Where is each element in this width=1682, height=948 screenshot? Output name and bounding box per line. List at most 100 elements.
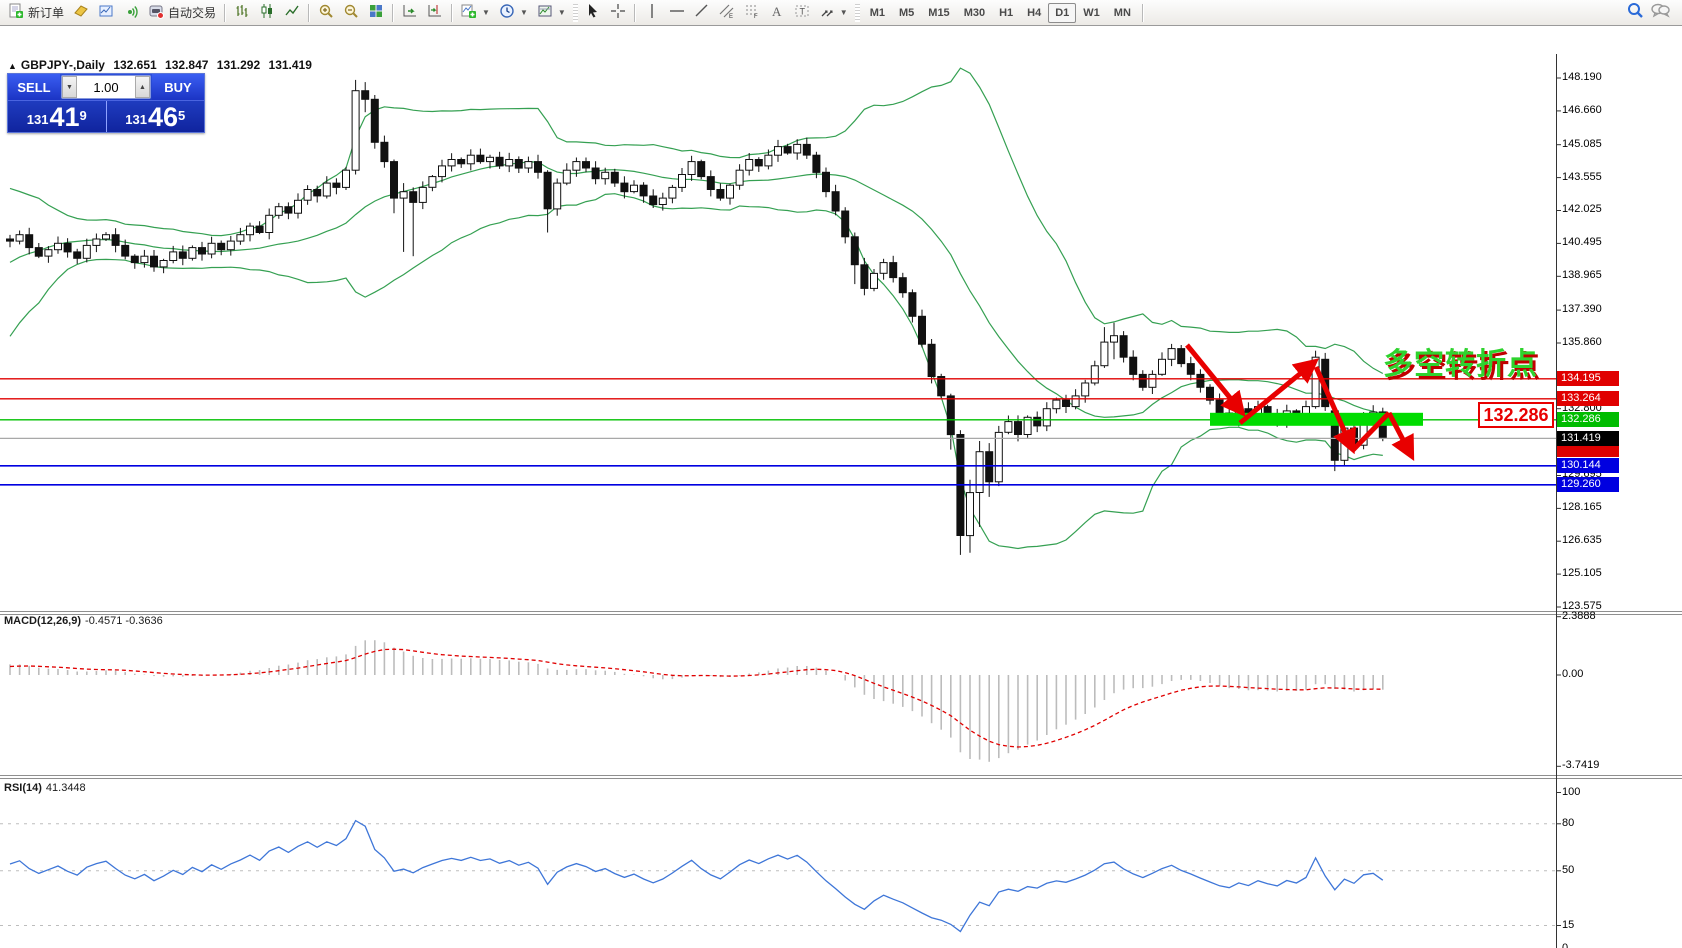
- crosshair-button[interactable]: [606, 2, 630, 24]
- chart-area[interactable]: ▲ GBPJPY-,Daily 132.651 132.847 131.292 1…: [0, 27, 1682, 948]
- svg-text:A: A: [772, 4, 782, 19]
- channel-button[interactable]: E: [715, 2, 739, 24]
- macd-tick-label: 2.3888: [1562, 609, 1596, 622]
- rsi-value: 41.3448: [45, 782, 86, 794]
- price-tick-label: 146.660: [1562, 103, 1602, 116]
- zoom-out-icon: [343, 3, 359, 22]
- ohlc-low: 131.292: [216, 58, 261, 72]
- price-tick-label: 143.555: [1562, 170, 1602, 183]
- signals-icon: [123, 3, 139, 22]
- buy-price-point: 5: [178, 108, 186, 123]
- channel-icon: E: [719, 3, 735, 22]
- vertical-line-icon: [644, 3, 660, 22]
- tile-windows-icon: [368, 3, 384, 22]
- periods-button[interactable]: ▼: [495, 2, 532, 24]
- toolbar-separator: [1141, 3, 1144, 22]
- autotrading-icon: [148, 3, 165, 22]
- new-chart-button[interactable]: [94, 2, 118, 24]
- timeframe-mn[interactable]: MN: [1107, 3, 1138, 23]
- search-icon[interactable]: [1626, 1, 1644, 24]
- macd-tick-label: 0.00: [1562, 668, 1584, 680]
- buy-price-pips: 46: [147, 102, 178, 132]
- candlestick-icon: [259, 3, 275, 22]
- timeframe-m5[interactable]: M5: [892, 3, 921, 23]
- horizontal-line-button[interactable]: [665, 2, 689, 24]
- sell-price-pips: 41: [49, 102, 80, 132]
- buy-price[interactable]: 131 46 5: [107, 101, 205, 132]
- timeframe-m1[interactable]: M1: [863, 3, 892, 23]
- price-tick-label: 142.025: [1562, 203, 1602, 216]
- level-price-box[interactable]: 132.286: [1478, 402, 1554, 428]
- timeframe-h4[interactable]: H4: [1020, 3, 1048, 23]
- crosshair-icon: [610, 3, 626, 22]
- price-tick-label: 138.965: [1562, 269, 1602, 282]
- timeframe-h1[interactable]: H1: [992, 3, 1020, 23]
- chart-canvas: [0, 54, 1682, 948]
- timeframe-m30[interactable]: M30: [957, 3, 992, 23]
- ohlc-high: 132.847: [165, 58, 209, 72]
- cursor-button[interactable]: [581, 2, 605, 24]
- bar-chart-icon: [234, 3, 250, 22]
- horizontal-line-icon: [669, 3, 685, 22]
- one-click-trading-panel: SELL ▼ 1.00 ▲ BUY 131 41 9 131 46 5: [7, 73, 205, 133]
- trendline-button[interactable]: [690, 2, 714, 24]
- candlestick-button[interactable]: [255, 2, 279, 24]
- macd-value: -0.4571: [85, 615, 123, 627]
- turning-point-annotation[interactable]: 多空转折点: [1383, 339, 1538, 383]
- indicators-button[interactable]: ▼: [457, 2, 494, 24]
- sell-price[interactable]: 131 41 9: [8, 101, 107, 132]
- volume-value[interactable]: 1.00: [77, 76, 135, 98]
- label-icon: T: [794, 3, 810, 22]
- chart-shift-icon: [427, 3, 443, 22]
- timeframe-w1[interactable]: W1: [1076, 3, 1107, 23]
- toolbar-grip[interactable]: [572, 3, 578, 22]
- macd-indicator-label: MACD(12,26,9) -0.4571 -0.3636: [4, 615, 163, 627]
- sell-button[interactable]: SELL: [8, 74, 60, 100]
- ticker-button[interactable]: [69, 2, 93, 24]
- label-button[interactable]: T: [790, 2, 814, 24]
- buy-price-figure: 131: [125, 112, 147, 127]
- chart-shift-button[interactable]: [423, 2, 447, 24]
- chat-icon[interactable]: [1650, 1, 1670, 24]
- templates-icon: [537, 3, 553, 22]
- autotrading-button[interactable]: 自动交易: [144, 2, 220, 24]
- new-order-button[interactable]: 新订单: [4, 2, 68, 24]
- collapse-panel-icon[interactable]: ▲: [8, 61, 17, 71]
- toolbar-separator: [224, 3, 227, 22]
- templates-button[interactable]: ▼: [533, 2, 570, 24]
- volume-decrease-button[interactable]: ▼: [62, 76, 77, 98]
- svg-text:F: F: [754, 14, 758, 19]
- zoom-in-button[interactable]: [314, 2, 338, 24]
- zoom-out-button[interactable]: [339, 2, 363, 24]
- price-tick-label: 125.105: [1562, 567, 1602, 580]
- buy-button[interactable]: BUY: [152, 74, 204, 100]
- price-level-label: 129.260: [1557, 477, 1619, 493]
- shapes-button[interactable]: ▼: [815, 2, 852, 24]
- symbol-period-label: GBPJPY-,Daily: [20, 58, 105, 72]
- ohlc-close: 131.419: [268, 58, 312, 72]
- timeframe-m15[interactable]: M15: [921, 3, 956, 23]
- price-tick-label: 128.165: [1562, 501, 1602, 514]
- svg-text:T: T: [799, 7, 805, 17]
- bar-chart-button[interactable]: [230, 2, 254, 24]
- timeframe-d1[interactable]: D1: [1048, 2, 1077, 23]
- volume-increase-button[interactable]: ▲: [135, 76, 150, 98]
- tile-windows-button[interactable]: [364, 2, 388, 24]
- macd-name: MACD(12,26,9): [4, 615, 82, 627]
- chart-header: ▲ GBPJPY-,Daily 132.651 132.847 131.292 1…: [8, 58, 317, 72]
- macd-signal-value: -0.3636: [125, 615, 163, 627]
- mt4-window: 新订单 自动交易 ▼ ▼ ▼ E F A T ▼ M1 M5 M15 M30 H…: [0, 0, 1682, 948]
- svg-text:E: E: [729, 14, 733, 19]
- zoom-in-icon: [318, 3, 334, 22]
- new-order-icon: [8, 3, 24, 22]
- fibonacci-button[interactable]: F: [740, 2, 764, 24]
- signals-button[interactable]: [119, 2, 143, 24]
- price-level-label: 132.286: [1557, 412, 1619, 428]
- auto-scroll-button[interactable]: [398, 2, 422, 24]
- vertical-line-button[interactable]: [640, 2, 664, 24]
- text-button[interactable]: A: [765, 2, 789, 24]
- price-tick-label: 135.860: [1562, 335, 1602, 348]
- toolbar-grip[interactable]: [854, 3, 860, 22]
- indicators-icon: [461, 3, 477, 22]
- line-chart-button[interactable]: [280, 2, 304, 24]
